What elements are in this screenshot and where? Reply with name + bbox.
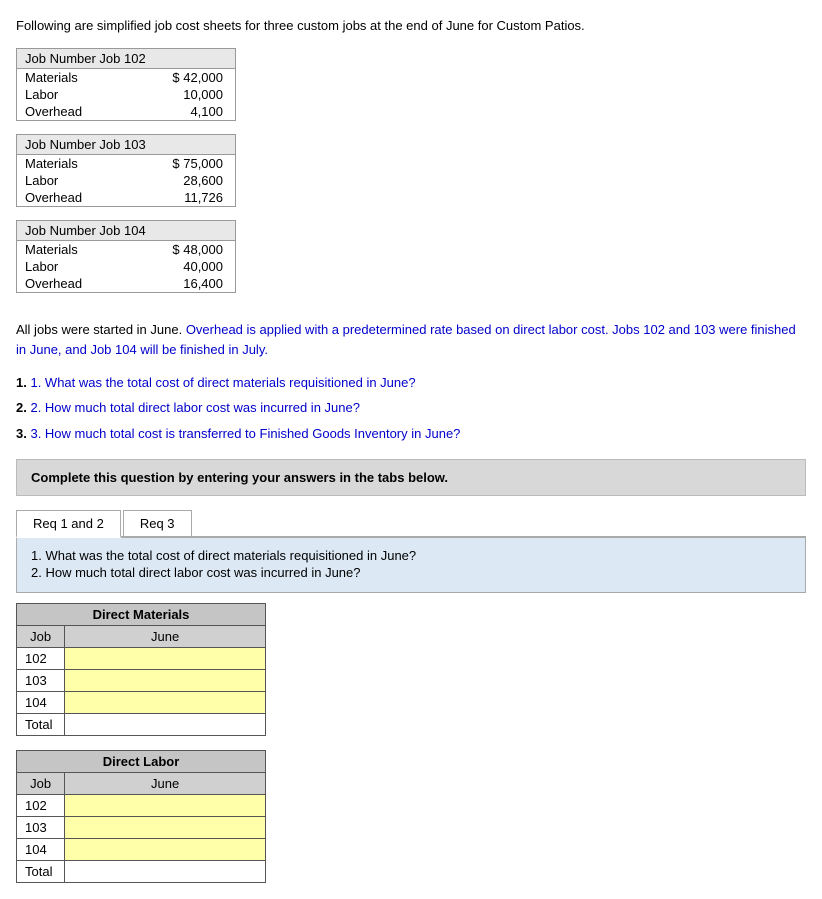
dl-row-102-input[interactable] xyxy=(65,796,265,815)
narrative-text: All jobs were started in June. Overhead … xyxy=(16,320,806,362)
dl-row-103-input[interactable] xyxy=(65,818,265,837)
instruction-text: Complete this question by entering your … xyxy=(31,470,448,485)
dl-row-102-label: 102 xyxy=(17,795,65,817)
table-row: 103 xyxy=(17,670,266,692)
question-3: 3. 3. How much total cost is transferred… xyxy=(16,422,806,445)
job-103-header: Job Number Job 103 xyxy=(17,135,235,155)
job-sheets-container: Job Number Job 102 Materials $ 42,000 La… xyxy=(16,48,806,306)
table-row: 103 xyxy=(17,817,266,839)
dl-total-input-cell[interactable] xyxy=(65,861,266,883)
tab1-question-1: 1. What was the total cost of direct mat… xyxy=(31,548,791,563)
job-102-overhead-label: Overhead xyxy=(17,103,128,120)
narrative-blue: Overhead is applied with a predetermined… xyxy=(16,322,796,358)
dm-total-input[interactable] xyxy=(65,715,265,734)
job-103-materials-label: Materials xyxy=(17,154,128,172)
job-103-labor-label: Labor xyxy=(17,172,128,189)
job-sheet-103: Job Number Job 103 Materials $ 75,000 La… xyxy=(16,134,236,207)
dm-col-june-header: June xyxy=(65,626,266,648)
job-102-header: Job Number Job 102 xyxy=(17,49,235,69)
dm-row-104-label: 104 xyxy=(17,692,65,714)
dl-row-102-input-cell[interactable] xyxy=(65,795,266,817)
instruction-box: Complete this question by entering your … xyxy=(16,459,806,496)
job-102-overhead-value: 4,100 xyxy=(128,103,235,120)
dl-col-job-header: Job xyxy=(17,773,65,795)
tab1-question-2: 2. How much total direct labor cost was … xyxy=(31,565,791,580)
job-103-overhead-value: 11,726 xyxy=(128,189,235,206)
dl-col-june-header: June xyxy=(65,773,266,795)
dl-row-104-label: 104 xyxy=(17,839,65,861)
job-103-overhead-label: Overhead xyxy=(17,189,128,206)
job-102-materials-value: $ 42,000 xyxy=(128,68,235,86)
questions-list: 1. 1. What was the total cost of direct … xyxy=(16,371,806,445)
dm-row-102-input-cell[interactable] xyxy=(65,648,266,670)
table-row: 104 xyxy=(17,692,266,714)
direct-materials-header: Direct Materials xyxy=(17,604,266,626)
job-102-materials-label: Materials xyxy=(17,68,128,86)
tab-bar: Req 1 and 2 Req 3 xyxy=(16,510,806,538)
job-104-overhead-value: 16,400 xyxy=(128,275,235,292)
answer-tables: Direct Materials Job June 102 103 10 xyxy=(16,603,806,883)
job-103-materials-value: $ 75,000 xyxy=(128,154,235,172)
dm-total-label: Total xyxy=(17,714,65,736)
tab-req1and2-content: 1. What was the total cost of direct mat… xyxy=(16,538,806,593)
dl-row-104-input-cell[interactable] xyxy=(65,839,266,861)
job-104-overhead-label: Overhead xyxy=(17,275,128,292)
job-104-labor-value: 40,000 xyxy=(128,258,235,275)
tab-req1and2[interactable]: Req 1 and 2 xyxy=(16,510,121,538)
dm-row-104-input-cell[interactable] xyxy=(65,692,266,714)
direct-materials-table: Direct Materials Job June 102 103 10 xyxy=(16,603,266,736)
job-103-labor-value: 28,600 xyxy=(128,172,235,189)
dm-row-103-label: 103 xyxy=(17,670,65,692)
job-104-materials-label: Materials xyxy=(17,240,128,258)
table-row: 102 xyxy=(17,795,266,817)
table-row: 102 xyxy=(17,648,266,670)
job-sheet-102: Job Number Job 102 Materials $ 42,000 La… xyxy=(16,48,236,121)
dm-row-103-input-cell[interactable] xyxy=(65,670,266,692)
question-2: 2. 2. How much total direct labor cost w… xyxy=(16,396,806,419)
dl-total-input[interactable] xyxy=(65,862,265,881)
dl-row-104-input[interactable] xyxy=(65,840,265,859)
tabs-container: Req 1 and 2 Req 3 1. What was the total … xyxy=(16,510,806,593)
dm-row-104-input[interactable] xyxy=(65,693,265,712)
dl-total-row: Total xyxy=(17,861,266,883)
job-102-labor-label: Labor xyxy=(17,86,128,103)
direct-labor-header: Direct Labor xyxy=(17,751,266,773)
dm-total-input-cell[interactable] xyxy=(65,714,266,736)
dl-total-label: Total xyxy=(17,861,65,883)
dm-col-job-header: Job xyxy=(17,626,65,648)
dm-row-102-input[interactable] xyxy=(65,649,265,668)
dl-row-103-input-cell[interactable] xyxy=(65,817,266,839)
dm-total-row: Total xyxy=(17,714,266,736)
dm-row-103-input[interactable] xyxy=(65,671,265,690)
job-102-labor-value: 10,000 xyxy=(128,86,235,103)
job-sheet-104: Job Number Job 104 Materials $ 48,000 La… xyxy=(16,220,236,293)
table-row: 104 xyxy=(17,839,266,861)
dl-row-103-label: 103 xyxy=(17,817,65,839)
job-104-materials-value: $ 48,000 xyxy=(128,240,235,258)
question-1: 1. 1. What was the total cost of direct … xyxy=(16,371,806,394)
tab-req3[interactable]: Req 3 xyxy=(123,510,192,536)
dm-row-102-label: 102 xyxy=(17,648,65,670)
job-104-header: Job Number Job 104 xyxy=(17,221,235,241)
direct-labor-table: Direct Labor Job June 102 103 104 xyxy=(16,750,266,883)
intro-text: Following are simplified job cost sheets… xyxy=(16,16,806,36)
job-104-labor-label: Labor xyxy=(17,258,128,275)
